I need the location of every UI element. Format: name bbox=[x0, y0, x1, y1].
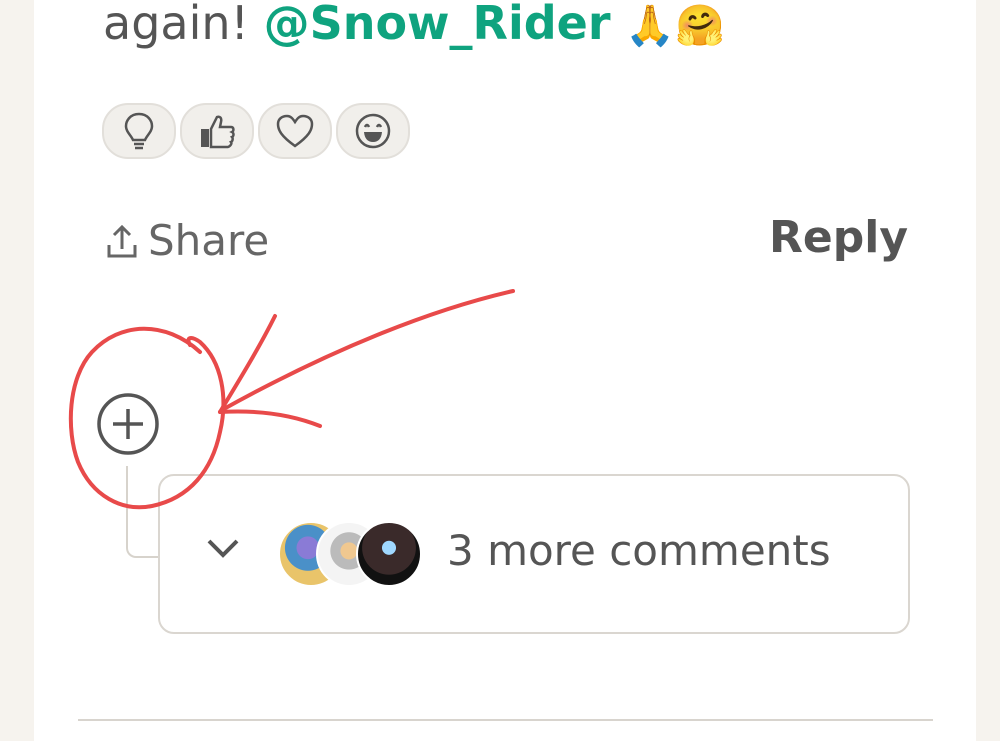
chevron-down-icon bbox=[207, 539, 239, 558]
divider bbox=[78, 719, 933, 721]
hugging-face-emoji: 🤗 bbox=[675, 3, 725, 49]
reaction-thumbs-up-button[interactable] bbox=[180, 103, 254, 159]
thumbs-up-icon bbox=[201, 115, 235, 149]
share-label: Share bbox=[148, 216, 270, 265]
laughing-face-icon bbox=[355, 113, 391, 149]
reaction-lightbulb-button[interactable] bbox=[102, 103, 176, 159]
share-icon bbox=[107, 224, 137, 257]
commenter-avatars bbox=[278, 521, 428, 587]
more-comments-label: 3 more comments bbox=[447, 526, 831, 575]
comment-text-prefix: again! bbox=[103, 0, 249, 50]
reaction-heart-button[interactable] bbox=[258, 103, 332, 159]
reaction-laugh-button[interactable] bbox=[336, 103, 410, 159]
folded-hands-emoji: 🙏 bbox=[625, 3, 675, 49]
user-mention[interactable]: @Snow_Rider bbox=[264, 0, 611, 50]
lightbulb-icon bbox=[124, 112, 154, 150]
avatar bbox=[356, 521, 422, 587]
plus-circle-icon[interactable] bbox=[96, 392, 160, 456]
heart-icon bbox=[276, 114, 314, 148]
share-button[interactable]: Share bbox=[104, 216, 269, 265]
reaction-bar bbox=[102, 103, 414, 159]
reply-button[interactable]: Reply bbox=[769, 212, 908, 263]
comment-text: again! @Snow_Rider 🙏🤗 bbox=[103, 0, 725, 61]
thread-connector-line bbox=[126, 466, 162, 558]
more-comments-button[interactable]: 3 more comments bbox=[158, 474, 910, 634]
